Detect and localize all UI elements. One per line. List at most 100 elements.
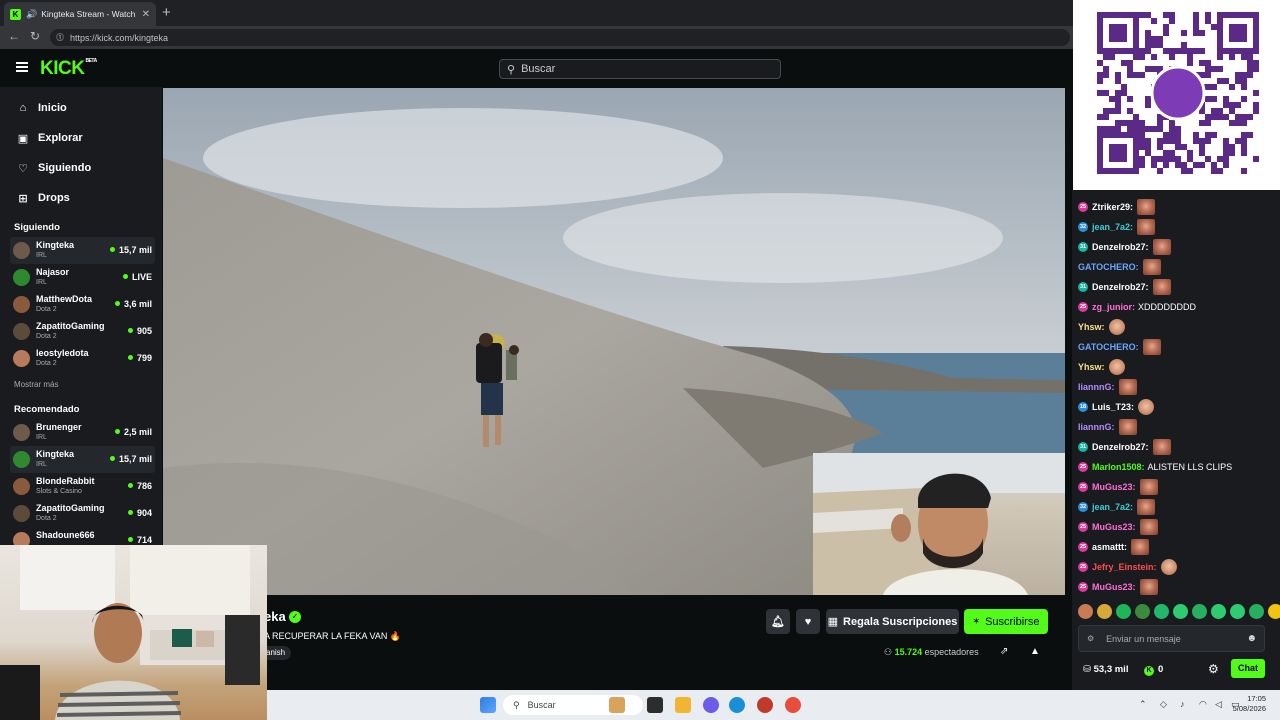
emoji-picker-icon[interactable]: ☻ xyxy=(1246,633,1257,644)
emote-icon[interactable] xyxy=(1116,604,1131,619)
wifi-icon[interactable]: ◠ xyxy=(1199,699,1207,710)
chat-message: 25 zg_junior: XDDDDDDDD xyxy=(1078,298,1196,316)
url-field[interactable]: ⓵ https://kick.com/kingteka xyxy=(50,29,1070,46)
chat-username[interactable]: Yhsw: xyxy=(1078,322,1105,332)
sidebar-item-drops[interactable]: ⊞ Drops xyxy=(0,183,162,213)
sidebar-item-siguiendo[interactable]: ♡ Siguiendo xyxy=(0,153,162,183)
chat-username[interactable]: jean_7a2: xyxy=(1092,502,1133,512)
site-info-icon[interactable]: ⓵ xyxy=(56,32,64,43)
chat-send-button[interactable]: Chat xyxy=(1231,659,1265,678)
emote-icon[interactable] xyxy=(1154,604,1169,619)
sidebar-item-inicio[interactable]: ⌂ Inicio xyxy=(0,93,162,123)
chat-username[interactable]: liannnG: xyxy=(1078,422,1115,432)
sidebar-channel[interactable]: ZapatitoGaming Dota 2 905 xyxy=(10,318,155,345)
chat-username[interactable]: Denzelrob27: xyxy=(1092,242,1149,252)
chat-emote-icon xyxy=(1152,439,1171,455)
browser-tab[interactable]: K 🔊 Kingteka Stream - Watch Live ✕ xyxy=(4,2,156,26)
subscribe-button[interactable]: ✶ Suscribirse xyxy=(964,609,1048,634)
sidebar-channel[interactable]: Brunenger IRL 2,5 mil xyxy=(10,419,155,446)
report-icon[interactable]: ▲ xyxy=(1030,646,1040,657)
chrome-icon[interactable] xyxy=(785,697,801,713)
menu-icon[interactable] xyxy=(16,62,28,72)
channel-category: Dota 2 xyxy=(36,306,57,313)
video-player[interactable] xyxy=(163,88,1065,595)
chat-input[interactable]: ⚙ Enviar un mensaje ☻ xyxy=(1078,625,1265,652)
kick-coins[interactable]: K0 xyxy=(1144,664,1163,676)
sidebar-channel[interactable]: Kingteka IRL 15,7 mil xyxy=(10,237,155,264)
chat-message: 25 Ztriker29: xyxy=(1078,198,1156,216)
emote-icon[interactable] xyxy=(1230,604,1245,619)
chat-username[interactable]: GATOCHERO: xyxy=(1078,262,1139,272)
sidebar-channel[interactable]: MatthewDota Dota 2 3,6 mil xyxy=(10,291,155,318)
news-widget-icon[interactable] xyxy=(609,697,625,713)
taskbar-clock[interactable]: 17:05 5/08/2026 xyxy=(1233,694,1266,714)
emote-icon[interactable] xyxy=(1173,604,1188,619)
file-explorer-icon[interactable] xyxy=(675,697,691,713)
sidebar-channel[interactable]: leostyledota Dota 2 799 xyxy=(10,345,155,372)
sidebar-channel[interactable]: ZapatitoGaming Dota 2 904 xyxy=(10,500,155,527)
chat-emote-icon xyxy=(1118,419,1137,435)
channel-viewers: 714 xyxy=(128,535,152,545)
stream-title: A RECUPERAR LA FEKA VAN 🔥 xyxy=(264,631,402,641)
following-heading: Siguiendo xyxy=(14,222,60,233)
notification-bell-button[interactable]: 🔔︎ xyxy=(766,609,790,634)
copilot-icon[interactable] xyxy=(703,697,719,713)
channel-category: IRL xyxy=(36,461,47,468)
chat-gear-icon[interactable]: ⚙ xyxy=(1208,662,1219,676)
volume-icon[interactable]: ◁ xyxy=(1215,699,1222,710)
reload-icon[interactable]: ↻ xyxy=(30,29,40,43)
new-tab-icon[interactable]: + xyxy=(162,4,171,21)
sidebar-channel[interactable]: Kingteka IRL 15,7 mil xyxy=(10,446,155,473)
chat-username[interactable]: liannnG: xyxy=(1078,382,1115,392)
emote-icon[interactable] xyxy=(1192,604,1207,619)
edge-icon[interactable] xyxy=(729,697,745,713)
chat-username[interactable]: MuGus23: xyxy=(1092,482,1136,492)
emote-icon[interactable] xyxy=(1135,604,1150,619)
back-icon[interactable]: ← xyxy=(8,29,20,43)
site-header: KICKBETA ⚲ Buscar xyxy=(0,49,1072,87)
chat-username[interactable]: GATOCHERO: xyxy=(1078,342,1139,352)
chat-username[interactable]: Jefry_Einstein: xyxy=(1092,562,1157,572)
gift-subs-button[interactable]: ▦ Regala Suscripciones xyxy=(826,609,959,634)
sub-badge-icon: 32 xyxy=(1078,502,1088,512)
chat-username[interactable]: Denzelrob27: xyxy=(1092,282,1149,292)
sidebar-channel[interactable]: BlondeRabbit Slots & Casino 786 xyxy=(10,473,155,500)
obs-icon[interactable] xyxy=(757,697,773,713)
speaker-icon[interactable]: 🔊 xyxy=(26,9,37,20)
kick-logo[interactable]: KICKBETA xyxy=(40,58,97,80)
chat-message: Yhsw: xyxy=(1078,318,1125,336)
chat-message: 18 Luis_T23: xyxy=(1078,398,1155,416)
sidebar-channel[interactable]: Najasor IRL LIVE xyxy=(10,264,155,291)
chat-username[interactable]: MuGus23: xyxy=(1092,582,1136,592)
chat-username[interactable]: Luis_T23: xyxy=(1092,402,1134,412)
chat-settings-icon[interactable]: ⚙ xyxy=(1087,634,1094,643)
channel-points[interactable]: ⛁ 53,3 mil xyxy=(1083,664,1128,675)
streamer-name[interactable]: eka xyxy=(264,609,286,624)
chat-username[interactable]: Yhsw: xyxy=(1078,362,1105,372)
follow-button[interactable]: ♥ xyxy=(796,609,820,634)
chat-username[interactable]: Marlon1508: xyxy=(1092,462,1145,472)
chat-username[interactable]: zg_junior: xyxy=(1092,302,1135,312)
chat-username[interactable]: asmattt: xyxy=(1092,542,1127,552)
chat-username[interactable]: Ztriker29: xyxy=(1092,202,1133,212)
task-view-icon[interactable] xyxy=(647,697,663,713)
following-list: Kingteka IRL 15,7 mil Najasor IRL LIVE Matthew… xyxy=(0,237,162,372)
emote-icon[interactable] xyxy=(1268,604,1280,619)
emote-icon[interactable] xyxy=(1078,604,1093,619)
windows-start-icon[interactable] xyxy=(480,697,496,713)
share-icon[interactable]: ⇗ xyxy=(1000,646,1008,657)
tray-location-icon[interactable]: ◇ xyxy=(1160,699,1167,710)
tray-chevron-icon[interactable]: ⌃ xyxy=(1139,699,1147,710)
emote-icon[interactable] xyxy=(1249,604,1264,619)
kick-coin-icon: K xyxy=(1144,666,1154,676)
mic-icon[interactable]: ♪ xyxy=(1180,699,1185,709)
chat-username[interactable]: jean_7a2: xyxy=(1092,222,1133,232)
close-tab-icon[interactable]: ✕ xyxy=(142,9,150,20)
show-more-link[interactable]: Mostrar más xyxy=(0,380,162,389)
emote-icon[interactable] xyxy=(1097,604,1112,619)
chat-username[interactable]: Denzelrob27: xyxy=(1092,442,1149,452)
search-input[interactable]: ⚲ Buscar xyxy=(499,59,781,79)
chat-username[interactable]: MuGus23: xyxy=(1092,522,1136,532)
sidebar-item-explorar[interactable]: ▣ Explorar xyxy=(0,123,162,153)
emote-icon[interactable] xyxy=(1211,604,1226,619)
